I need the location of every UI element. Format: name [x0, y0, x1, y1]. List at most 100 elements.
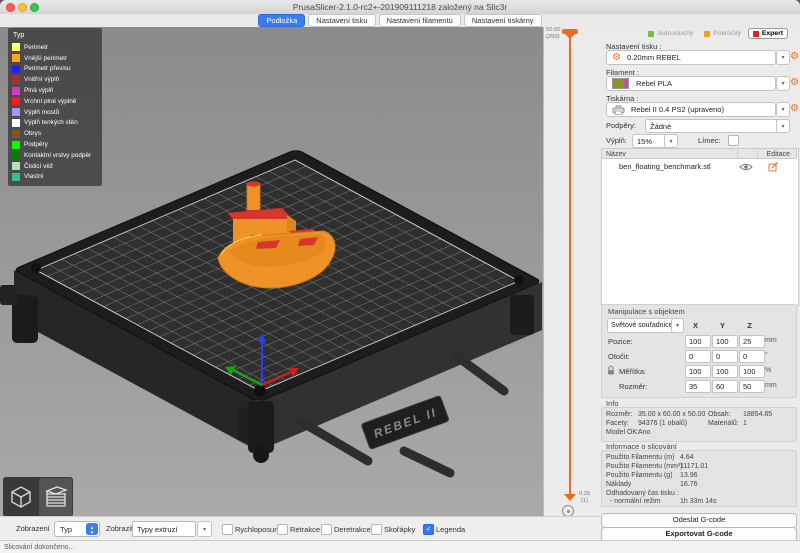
position-label: Pozice:	[608, 337, 633, 346]
rotate-z-field[interactable]: 0	[739, 350, 765, 363]
color-swatch	[12, 108, 20, 116]
supports-label: Podpěry:	[606, 121, 636, 130]
infill-dropdown-button[interactable]: ▾	[664, 134, 678, 148]
legend-title: Typ	[13, 32, 98, 39]
position-z-field[interactable]: 25	[739, 335, 765, 348]
filament-gear-icon[interactable]: ⚙	[790, 78, 799, 88]
object-name: ben_floating_benchmark.stl	[619, 162, 711, 171]
position-x-field[interactable]: 100	[685, 335, 711, 348]
color-swatch	[12, 173, 20, 181]
slider-max-height: 50.00	[546, 27, 561, 34]
simple-mode-color	[648, 31, 654, 37]
scale-z-field[interactable]: 100	[739, 365, 765, 378]
retractions-checkbox[interactable]	[277, 524, 288, 535]
mode-expert-button[interactable]: Expert	[748, 28, 788, 39]
print-settings-select[interactable]: ⚙ 0.20mm REBEL	[606, 50, 776, 65]
printer-gear-icon[interactable]: ⚙	[790, 104, 799, 114]
print-settings-dropdown-button[interactable]: ▾	[776, 50, 790, 65]
shells-checkbox[interactable]	[371, 524, 382, 535]
z-axis-header: Z	[739, 321, 760, 330]
filament-dropdown-button[interactable]: ▾	[776, 76, 790, 91]
cost-value: 16.76	[680, 481, 698, 488]
uniform-scale-lock-icon[interactable]	[607, 365, 615, 375]
printer-dropdown-button[interactable]: ▾	[776, 102, 790, 117]
coordinates-select[interactable]: Světové souřadnice	[607, 318, 674, 333]
tab-printer-settings[interactable]: Nastavení tiskárny	[464, 14, 542, 27]
mode-simple-button[interactable]: Jednoduchý	[644, 28, 698, 39]
edit-column-header[interactable]: Editace	[767, 151, 790, 158]
supports-dropdown-button[interactable]: ▾	[776, 119, 790, 133]
show-features-dropdown-button[interactable]: ▾	[197, 521, 212, 537]
color-swatch	[12, 97, 20, 105]
object-manipulation-panel: Manipulace s objektem Světové souřadnice…	[601, 304, 797, 398]
view-mode-label: Zobrazení	[16, 524, 50, 533]
legend-item: Výplň tenkých stěn	[12, 118, 98, 129]
tab-filament-settings[interactable]: Nastavení filamentu	[379, 14, 461, 27]
layer-slider-top-arrow[interactable]	[565, 34, 575, 39]
edit-object-icon[interactable]	[768, 162, 778, 172]
legend-item: Vrchní plné výplně	[12, 96, 98, 107]
show-features-input[interactable]: Typy extruzí	[132, 521, 196, 537]
slider-min-layer: (1)	[581, 498, 588, 505]
brim-checkbox[interactable]	[728, 135, 739, 146]
y-axis-header: Y	[712, 321, 733, 330]
print-time-value: 1h 33m 14s	[680, 498, 717, 505]
legend-item: Perimetr	[12, 42, 98, 53]
scale-x-field[interactable]: 100	[685, 365, 711, 378]
brim-label: Límec:	[698, 136, 721, 145]
view-mode-popup[interactable]: Typ ▲▼	[54, 521, 100, 537]
size-label: Rozměr:	[619, 382, 647, 391]
infill-select[interactable]: 15%	[632, 134, 668, 148]
color-swatch	[12, 76, 20, 84]
slice-info-panel: Použito Filamentu (m) 4.64 Použito Filam…	[601, 450, 797, 507]
object-list-row[interactable]: ben_floating_benchmark.stl	[601, 160, 797, 172]
name-column-header[interactable]: Název	[606, 151, 626, 158]
layer-slider-bottom-handle[interactable]	[564, 494, 576, 501]
position-y-field[interactable]: 100	[712, 335, 738, 348]
model-size-value: 35.00 x 60.00 x 50.00	[638, 411, 705, 418]
model-ok-value: Ano	[638, 429, 650, 436]
title-bar: PrusaSlicer-2.1.0-rc2+-201909111218 zalo…	[0, 0, 800, 15]
color-swatch	[12, 43, 20, 51]
3d-editor-view-button[interactable]	[4, 478, 37, 516]
legend-item: Obrys	[12, 128, 98, 139]
printer-select[interactable]: Rebel II 0.4 PS2 (upraveno)	[606, 102, 776, 117]
tab-plater[interactable]: Podložka	[258, 14, 305, 27]
3d-preview-viewport[interactable]: REBEL II	[0, 27, 543, 516]
model-volume-value: 18854.65	[743, 411, 772, 418]
send-gcode-button[interactable]: Odeslat G-code	[601, 513, 797, 528]
coordinates-dropdown-button[interactable]: ▾	[671, 318, 684, 333]
supports-select[interactable]: Žádné	[645, 119, 780, 133]
layer-slider-track[interactable]	[569, 34, 571, 496]
rotate-x-field[interactable]: 0	[685, 350, 711, 363]
advanced-mode-color	[704, 31, 710, 37]
eye-visibility-icon[interactable]	[739, 163, 753, 171]
printer-icon	[612, 104, 625, 115]
view-mode-switcher	[3, 477, 73, 516]
legend-item: Podpěry	[12, 139, 98, 150]
rotate-y-field[interactable]: 0	[712, 350, 738, 363]
legend-checkbox[interactable]: ✓	[423, 524, 434, 535]
size-x-field[interactable]: 35	[685, 380, 711, 393]
scale-y-field[interactable]: 100	[712, 365, 738, 378]
color-swatch	[12, 151, 20, 159]
print-settings-gear-icon[interactable]: ⚙	[790, 52, 799, 62]
filament-select[interactable]: Rebel PLA	[606, 76, 776, 91]
mode-switcher: Jednoduchý Pokročilý Expert	[644, 28, 788, 39]
mode-advanced-button[interactable]: Pokročilý	[700, 28, 745, 39]
size-y-field[interactable]: 60	[712, 380, 738, 393]
printer-nameplate: REBEL II	[361, 395, 449, 449]
legend-item: Vnější perimetr	[12, 53, 98, 64]
settings-panel: Jednoduchý Pokročilý Expert Nastavení ti…	[600, 27, 800, 540]
filament-color-swatch	[612, 78, 629, 89]
filament-used-m: 4.64	[680, 454, 694, 461]
feature-type-legend: Typ Perimetr Vnější perimetr Perimetr př…	[8, 28, 102, 186]
preview-layers-view-button[interactable]	[39, 478, 72, 516]
printer-rod	[300, 421, 368, 461]
deretractions-checkbox[interactable]	[321, 524, 332, 535]
infill-label: Výplň:	[606, 136, 627, 145]
tab-print-settings[interactable]: Nastavení tisku	[308, 14, 375, 27]
travel-checkbox[interactable]	[222, 524, 233, 535]
size-z-field[interactable]: 50	[739, 380, 765, 393]
color-swatch	[12, 54, 20, 62]
